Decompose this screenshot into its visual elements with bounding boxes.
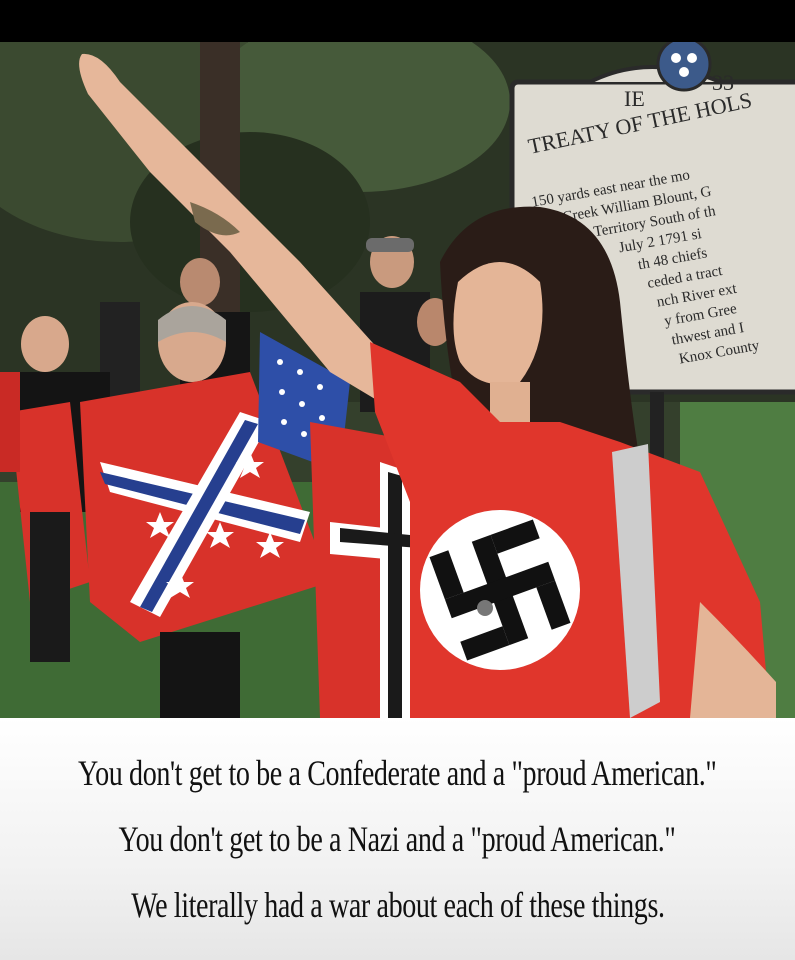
caption-line-nazi: You don't get to be a Nazi and a "proud … xyxy=(119,819,676,859)
caption-line-confederate: You don't get to be a Confederate and a … xyxy=(78,753,717,793)
caption-line-war: We literally had a war about each of the… xyxy=(130,885,665,925)
face xyxy=(453,262,543,385)
top-black-bar xyxy=(0,0,795,42)
swastika-emblem xyxy=(420,510,580,670)
tennessee-seal-icon xyxy=(656,42,712,92)
caption-panel: You don't get to be a Confederate and a … xyxy=(0,718,795,960)
marker-region: IE xyxy=(624,86,645,111)
protest-photo: IE 33 TREATY OF THE HOLS 150 yards east … xyxy=(0,42,795,718)
